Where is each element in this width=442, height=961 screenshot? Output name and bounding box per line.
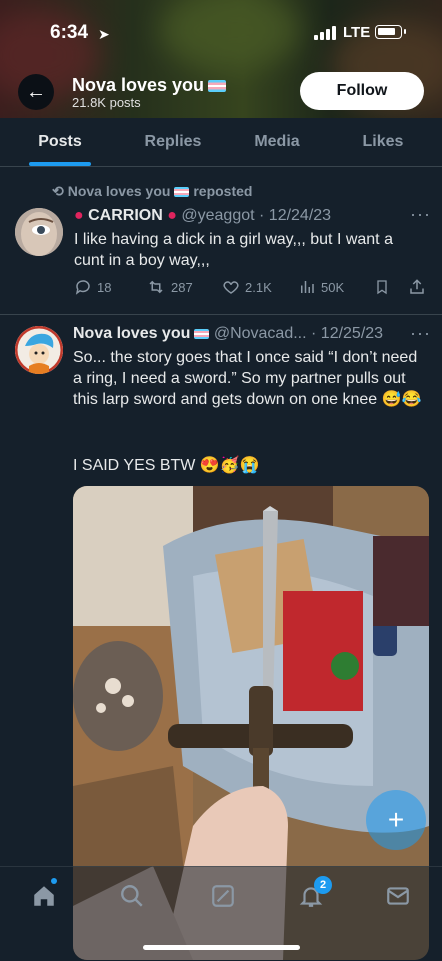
repost-icon: ⟲ (52, 183, 64, 199)
repost-indicator: ⟲ Nova loves you reposted (52, 183, 252, 200)
avatar[interactable] (15, 326, 63, 374)
retweet-icon (149, 280, 163, 294)
tab-media[interactable]: Media (217, 118, 337, 166)
signal-icon (314, 26, 336, 40)
mail-icon (387, 887, 409, 905)
clock: 6:34 (50, 22, 89, 43)
blood-drop-icon: ● (167, 207, 177, 224)
repost-count: 287 (171, 279, 193, 295)
share-button[interactable] (408, 278, 426, 296)
tweet-header: Nova loves you @Novacad... · 12/25/23 (73, 325, 383, 343)
network-label: LTE (343, 24, 371, 41)
avatar-image (15, 208, 63, 256)
repost-button[interactable]: 287 (146, 278, 193, 296)
tweet-handle[interactable]: @yeaggot (181, 207, 254, 224)
tweet-actions: 18 287 2.1K 50K (74, 278, 426, 300)
arrow-left-icon: ← (26, 80, 46, 103)
reply-icon (75, 280, 90, 295)
tab-posts[interactable]: Posts (0, 118, 120, 166)
avatar[interactable] (15, 208, 63, 256)
tweet-handle[interactable]: @Novacad... (214, 325, 307, 342)
tab-replies[interactable]: Replies (113, 118, 233, 166)
plus-icon: + (387, 804, 405, 835)
status-bar: 6:34 ➤ LTE (0, 22, 442, 46)
views-count: 50K (321, 279, 345, 295)
trans-flag-icon (174, 187, 190, 197)
location-arrow-icon: ➤ (98, 26, 110, 42)
follow-button[interactable]: Follow (300, 72, 424, 110)
nav-home[interactable] (31, 883, 57, 914)
avatar-image (15, 326, 63, 374)
battery-icon (375, 25, 406, 39)
share-icon (410, 279, 424, 294)
like-count: 2.1K (245, 279, 272, 295)
tweet-date: · 12/24/23 (259, 207, 332, 224)
tweet-header: ● CARRION ● @yeaggot · 12/24/23 (74, 207, 331, 225)
nav-grok[interactable] (210, 883, 236, 914)
tweet-author-name[interactable]: CARRION (88, 207, 163, 224)
bookmark-button[interactable] (374, 278, 390, 296)
like-button[interactable]: 2.1K (222, 278, 272, 296)
search-icon (121, 885, 143, 907)
tweet-text-2: I SAID YES BTW 😍🥳😭 (73, 457, 260, 474)
home-indicator (143, 945, 300, 950)
tweet-text: I like having a dick in a girl way,,, bu… (74, 231, 393, 269)
home-icon (34, 886, 54, 906)
tweet-text: So... the story goes that I once said “I… (73, 349, 422, 408)
unread-dot (51, 878, 57, 884)
more-options-icon[interactable]: ··· (410, 323, 431, 344)
profile-name: Nova loves you (72, 75, 205, 95)
more-options-icon[interactable]: ··· (410, 204, 431, 225)
posts-count: 21.8K posts (72, 95, 141, 110)
repost-suffix: reposted (193, 183, 253, 199)
divider (0, 314, 442, 315)
profile-title: Nova loves you (72, 75, 227, 96)
views-icon (301, 281, 314, 293)
tweet-date: · 12/25/23 (311, 325, 384, 342)
nav-messages[interactable] (385, 883, 411, 914)
notification-badge: 2 (314, 876, 332, 894)
profile-tabs: Posts Replies Media Likes (0, 118, 442, 167)
back-button[interactable]: ← (18, 74, 54, 110)
heart-icon (223, 281, 239, 294)
grok-icon (212, 885, 234, 907)
active-tab-indicator (29, 162, 91, 166)
views-button[interactable]: 50K (298, 278, 344, 296)
trans-flag-icon (194, 329, 210, 339)
blood-drop-icon: ● (74, 207, 84, 224)
tweet-author-name[interactable]: Nova loves you (73, 325, 190, 342)
nav-search[interactable] (119, 883, 145, 914)
repost-user: Nova loves you (67, 183, 171, 199)
tab-likes[interactable]: Likes (323, 118, 442, 166)
reply-button[interactable]: 18 (74, 278, 111, 296)
compose-button[interactable]: + (366, 790, 426, 850)
reply-count: 18 (97, 279, 112, 295)
trans-flag-icon (208, 80, 227, 92)
bookmark-icon (377, 280, 387, 295)
